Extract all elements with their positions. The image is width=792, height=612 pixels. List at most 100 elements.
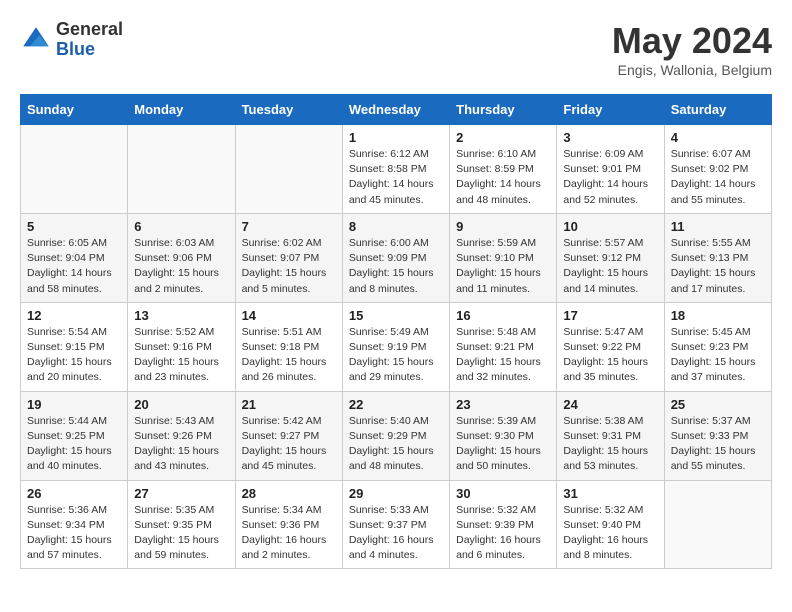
day-number: 21 (242, 397, 336, 412)
calendar-week-row: 5Sunrise: 6:05 AM Sunset: 9:04 PM Daylig… (21, 213, 772, 302)
calendar-cell: 21Sunrise: 5:42 AM Sunset: 9:27 PM Dayli… (235, 391, 342, 480)
day-number: 20 (134, 397, 228, 412)
day-info: Sunrise: 6:12 AM Sunset: 8:58 PM Dayligh… (349, 147, 443, 208)
calendar-cell: 20Sunrise: 5:43 AM Sunset: 9:26 PM Dayli… (128, 391, 235, 480)
day-info: Sunrise: 5:45 AM Sunset: 9:23 PM Dayligh… (671, 325, 765, 386)
calendar-cell: 5Sunrise: 6:05 AM Sunset: 9:04 PM Daylig… (21, 213, 128, 302)
day-info: Sunrise: 5:57 AM Sunset: 9:12 PM Dayligh… (563, 236, 657, 297)
day-info: Sunrise: 6:05 AM Sunset: 9:04 PM Dayligh… (27, 236, 121, 297)
title-block: May 2024 Engis, Wallonia, Belgium (612, 20, 772, 78)
calendar-cell (235, 125, 342, 214)
calendar-cell: 15 Sunrise: 5:49 AM Sunset: 9:19 PM Dayli… (342, 302, 449, 391)
calendar-week-row: 1 Sunrise: 6:12 AM Sunset: 8:58 PM Daylig… (21, 125, 772, 214)
calendar-cell: 30 Sunrise: 5:32 AM Sunset: 9:39 PM Dayli… (450, 480, 557, 569)
calendar-week-row: 12 Sunrise: 5:54 AM Sunset: 9:15 PM Dayli… (21, 302, 772, 391)
calendar-cell: 24 Sunrise: 5:38 AM Sunset: 9:31 PM Dayli… (557, 391, 664, 480)
day-info: Sunrise: 5:59 AM Sunset: 9:10 PM Dayligh… (456, 236, 550, 297)
day-number: 26 (27, 486, 121, 501)
calendar-week-row: 26Sunrise: 5:36 AM Sunset: 9:34 PM Dayli… (21, 480, 772, 569)
day-number: 4 (671, 130, 765, 145)
calendar-cell: 9 Sunrise: 5:59 AM Sunset: 9:10 PM Daylig… (450, 213, 557, 302)
calendar-cell: 6Sunrise: 6:03 AM Sunset: 9:06 PM Daylig… (128, 213, 235, 302)
calendar-cell: 27 Sunrise: 5:35 AM Sunset: 9:35 PM Dayli… (128, 480, 235, 569)
calendar-cell: 11 Sunrise: 5:55 AM Sunset: 9:13 PM Dayli… (664, 213, 771, 302)
calendar-cell: 8 Sunrise: 6:00 AM Sunset: 9:09 PM Daylig… (342, 213, 449, 302)
day-number: 13 (134, 308, 228, 323)
day-number: 19 (27, 397, 121, 412)
day-number: 2 (456, 130, 550, 145)
day-number: 9 (456, 219, 550, 234)
day-info: Sunrise: 5:44 AM Sunset: 9:25 PM Dayligh… (27, 414, 121, 475)
header-sunday: Sunday (21, 95, 128, 125)
day-info: Sunrise: 5:33 AM Sunset: 9:37 PM Dayligh… (349, 503, 443, 564)
day-number: 11 (671, 219, 765, 234)
day-number: 1 (349, 130, 443, 145)
calendar-header-row: SundayMondayTuesdayWednesdayThursdayFrid… (21, 95, 772, 125)
day-number: 7 (242, 219, 336, 234)
day-info: Sunrise: 5:54 AM Sunset: 9:15 PM Dayligh… (27, 325, 121, 386)
calendar-cell: 1 Sunrise: 6:12 AM Sunset: 8:58 PM Daylig… (342, 125, 449, 214)
calendar-cell: 2 Sunrise: 6:10 AM Sunset: 8:59 PM Daylig… (450, 125, 557, 214)
calendar-cell: 23 Sunrise: 5:39 AM Sunset: 9:30 PM Dayli… (450, 391, 557, 480)
day-info: Sunrise: 5:37 AM Sunset: 9:33 PM Dayligh… (671, 414, 765, 475)
day-info: Sunrise: 5:55 AM Sunset: 9:13 PM Dayligh… (671, 236, 765, 297)
day-info: Sunrise: 6:10 AM Sunset: 8:59 PM Dayligh… (456, 147, 550, 208)
calendar-cell: 13 Sunrise: 5:52 AM Sunset: 9:16 PM Dayli… (128, 302, 235, 391)
day-number: 8 (349, 219, 443, 234)
day-info: Sunrise: 5:40 AM Sunset: 9:29 PM Dayligh… (349, 414, 443, 475)
header-monday: Monday (128, 95, 235, 125)
calendar-cell: 14Sunrise: 5:51 AM Sunset: 9:18 PM Dayli… (235, 302, 342, 391)
day-number: 12 (27, 308, 121, 323)
header-friday: Friday (557, 95, 664, 125)
day-info: Sunrise: 5:34 AM Sunset: 9:36 PM Dayligh… (242, 503, 336, 564)
calendar-cell: 28Sunrise: 5:34 AM Sunset: 9:36 PM Dayli… (235, 480, 342, 569)
day-info: Sunrise: 5:52 AM Sunset: 9:16 PM Dayligh… (134, 325, 228, 386)
day-number: 16 (456, 308, 550, 323)
calendar-cell: 31 Sunrise: 5:32 AM Sunset: 9:40 PM Dayli… (557, 480, 664, 569)
page-header: General Blue May 2024 Engis, Wallonia, B… (20, 20, 772, 78)
day-number: 10 (563, 219, 657, 234)
calendar-cell (664, 480, 771, 569)
day-number: 23 (456, 397, 550, 412)
calendar-cell: 17Sunrise: 5:47 AM Sunset: 9:22 PM Dayli… (557, 302, 664, 391)
day-info: Sunrise: 5:35 AM Sunset: 9:35 PM Dayligh… (134, 503, 228, 564)
day-info: Sunrise: 5:51 AM Sunset: 9:18 PM Dayligh… (242, 325, 336, 386)
calendar-cell: 18Sunrise: 5:45 AM Sunset: 9:23 PM Dayli… (664, 302, 771, 391)
day-info: Sunrise: 5:39 AM Sunset: 9:30 PM Dayligh… (456, 414, 550, 475)
day-number: 31 (563, 486, 657, 501)
calendar-cell: 7 Sunrise: 6:02 AM Sunset: 9:07 PM Daylig… (235, 213, 342, 302)
day-number: 27 (134, 486, 228, 501)
calendar-title: May 2024 (612, 20, 772, 62)
day-number: 15 (349, 308, 443, 323)
day-info: Sunrise: 5:32 AM Sunset: 9:39 PM Dayligh… (456, 503, 550, 564)
calendar-cell: 10 Sunrise: 5:57 AM Sunset: 9:12 PM Dayli… (557, 213, 664, 302)
calendar-cell: 29Sunrise: 5:33 AM Sunset: 9:37 PM Dayli… (342, 480, 449, 569)
logo-text: General Blue (56, 20, 123, 60)
day-info: Sunrise: 6:02 AM Sunset: 9:07 PM Dayligh… (242, 236, 336, 297)
day-info: Sunrise: 5:48 AM Sunset: 9:21 PM Dayligh… (456, 325, 550, 386)
calendar-subtitle: Engis, Wallonia, Belgium (612, 62, 772, 78)
calendar-cell: 26Sunrise: 5:36 AM Sunset: 9:34 PM Dayli… (21, 480, 128, 569)
logo-icon (20, 24, 52, 56)
header-thursday: Thursday (450, 95, 557, 125)
day-info: Sunrise: 5:47 AM Sunset: 9:22 PM Dayligh… (563, 325, 657, 386)
calendar-cell (128, 125, 235, 214)
calendar-cell: 19 Sunrise: 5:44 AM Sunset: 9:25 PM Dayli… (21, 391, 128, 480)
day-info: Sunrise: 6:09 AM Sunset: 9:01 PM Dayligh… (563, 147, 657, 208)
day-number: 22 (349, 397, 443, 412)
calendar-cell: 4 Sunrise: 6:07 AM Sunset: 9:02 PM Daylig… (664, 125, 771, 214)
day-info: Sunrise: 5:49 AM Sunset: 9:19 PM Dayligh… (349, 325, 443, 386)
day-info: Sunrise: 6:07 AM Sunset: 9:02 PM Dayligh… (671, 147, 765, 208)
day-info: Sunrise: 5:38 AM Sunset: 9:31 PM Dayligh… (563, 414, 657, 475)
logo-general: General (56, 20, 123, 40)
header-tuesday: Tuesday (235, 95, 342, 125)
calendar-cell: 25 Sunrise: 5:37 AM Sunset: 9:33 PM Dayli… (664, 391, 771, 480)
day-info: Sunrise: 5:32 AM Sunset: 9:40 PM Dayligh… (563, 503, 657, 564)
calendar-cell: 12 Sunrise: 5:54 AM Sunset: 9:15 PM Dayli… (21, 302, 128, 391)
day-number: 30 (456, 486, 550, 501)
day-number: 24 (563, 397, 657, 412)
day-number: 25 (671, 397, 765, 412)
logo-blue: Blue (56, 40, 123, 60)
day-info: Sunrise: 6:00 AM Sunset: 9:09 PM Dayligh… (349, 236, 443, 297)
calendar-cell: 22 Sunrise: 5:40 AM Sunset: 9:29 PM Dayli… (342, 391, 449, 480)
